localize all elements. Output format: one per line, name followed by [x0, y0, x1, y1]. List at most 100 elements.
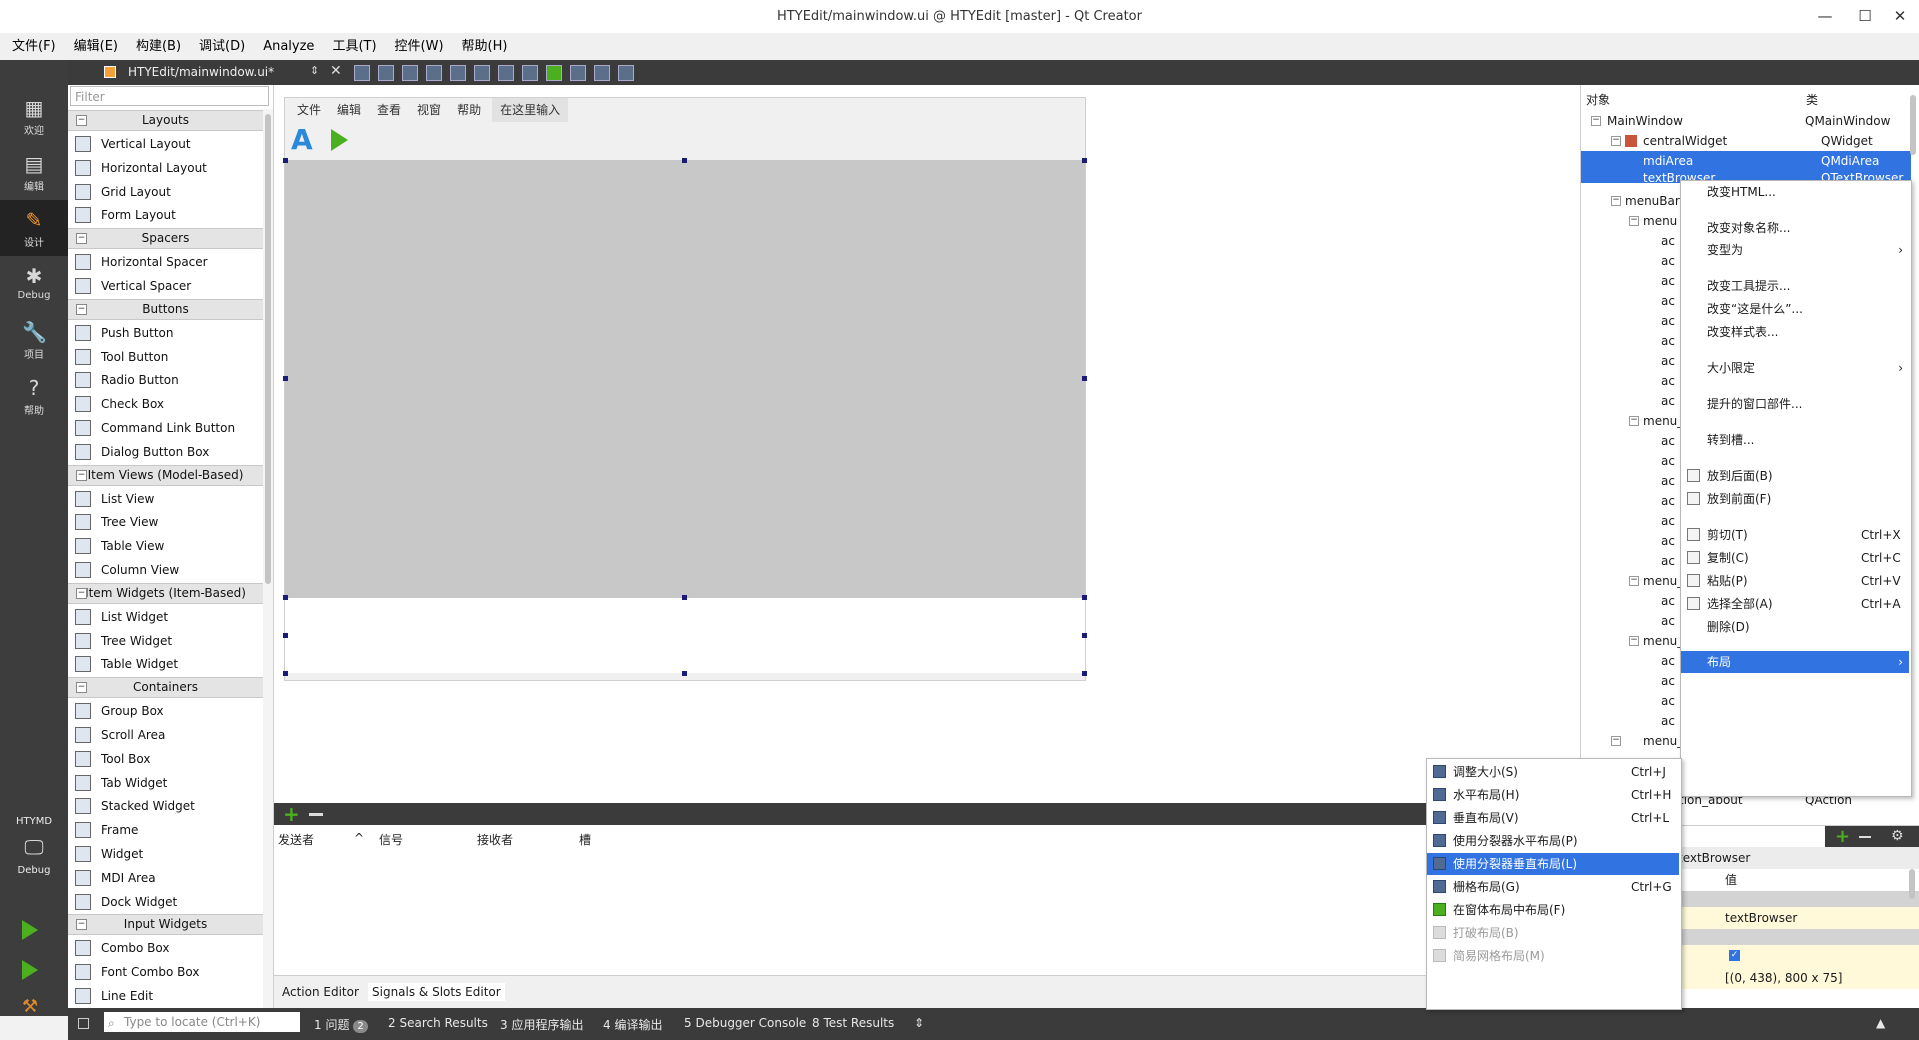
widget-filter-input[interactable]: Filter	[70, 86, 269, 106]
layout-vertical-icon[interactable]	[474, 65, 490, 81]
mode-edit[interactable]: ▤ 编辑	[0, 144, 68, 200]
collapse-icon[interactable]: −	[76, 233, 87, 245]
submenu-item-layout-vertical[interactable]: 垂直布局(V) Ctrl+L	[1427, 807, 1679, 829]
widget-category-header[interactable]: − Buttons	[68, 298, 263, 320]
collapse-icon[interactable]: −	[1611, 196, 1621, 206]
submenu-item-layout-grid[interactable]: 栅格布局(G) Ctrl+G	[1427, 876, 1679, 898]
build-hammer-icon[interactable]: ⚒	[22, 996, 42, 1017]
adjust-size-icon[interactable]	[618, 65, 634, 81]
column-receiver[interactable]: 接收者	[477, 831, 513, 848]
widget-category-header[interactable]: − Containers	[68, 677, 263, 699]
form-menu-view[interactable]: 查看	[369, 98, 409, 122]
menu-item-select-all[interactable]: 选择全部(A) Ctrl+A	[1681, 593, 1909, 615]
resize-handle[interactable]	[682, 595, 687, 600]
column-signal[interactable]: 信号	[379, 831, 403, 848]
collapse-icon[interactable]: −	[1629, 216, 1639, 226]
add-connection-icon[interactable]: +	[283, 803, 300, 825]
menu-item-paste[interactable]: 粘贴(P) Ctrl+V	[1681, 570, 1909, 592]
collapse-icon[interactable]: −	[76, 115, 87, 126]
widget-item[interactable]: Stacked Widget	[68, 794, 263, 818]
widget-category-header[interactable]: − Input Widgets	[68, 914, 263, 936]
widget-category-header[interactable]: − Spacers	[68, 228, 263, 250]
column-sender[interactable]: 发送者	[278, 831, 314, 848]
debug-run-button[interactable]	[22, 960, 38, 980]
collapse-output-icon[interactable]: ▲	[1876, 1016, 1885, 1030]
splitter-horizontal-icon[interactable]	[498, 65, 514, 81]
more-panes-icon[interactable]: ⇕	[914, 1016, 924, 1030]
widget-item[interactable]: Check Box	[68, 392, 263, 416]
splitter-vertical-icon[interactable]	[522, 65, 538, 81]
form-menu-file[interactable]: 文件	[289, 98, 329, 122]
collapse-icon[interactable]: −	[76, 682, 87, 694]
resize-handle[interactable]	[1082, 633, 1087, 638]
pane-issues[interactable]: 1 问题 2	[314, 1016, 368, 1033]
collapse-icon[interactable]: −	[76, 919, 87, 931]
collapse-icon[interactable]: −	[1629, 416, 1639, 426]
form-menu-help[interactable]: 帮助	[449, 98, 489, 122]
remove-connection-icon[interactable]	[309, 813, 323, 816]
widget-item[interactable]: Table Widget	[68, 652, 263, 676]
kit-selector[interactable]: HTYMD 🖵 Debug	[0, 810, 68, 900]
form-layout-icon[interactable]	[546, 65, 562, 81]
widget-item[interactable]: Font Combo Box	[68, 960, 263, 984]
menu-item-change-stylesheet[interactable]: 改变样式表...	[1681, 321, 1909, 343]
submenu-item-splitter-vertical[interactable]: 使用分裂器垂直布局(L)	[1427, 853, 1679, 875]
maximize-button[interactable]: ☐	[1845, 4, 1885, 28]
widget-item[interactable]: Group Box	[68, 699, 263, 723]
menu-item-copy[interactable]: 复制(C) Ctrl+C	[1681, 547, 1909, 569]
widget-item[interactable]: Dock Widget	[68, 890, 263, 914]
menu-file[interactable]: 文件(F)	[3, 33, 65, 60]
mode-help[interactable]: ? 帮助	[0, 368, 68, 424]
collapse-icon[interactable]: −	[1591, 116, 1601, 126]
submenu-item-adjust-size[interactable]: 调整大小(S) Ctrl+J	[1427, 761, 1679, 783]
document-dropdown-icon[interactable]: ⇕	[310, 64, 319, 77]
pane-compile-output[interactable]: 4 编译输出	[603, 1016, 662, 1033]
resize-handle[interactable]	[682, 671, 687, 676]
menu-item-change-tooltip[interactable]: 改变工具提示...	[1681, 275, 1909, 297]
grid-layout-icon[interactable]	[570, 65, 586, 81]
edit-buddies-icon[interactable]	[402, 65, 418, 81]
menu-debug[interactable]: 调试(D)	[190, 33, 254, 60]
widget-item[interactable]: Radio Button	[68, 368, 263, 392]
widget-item[interactable]: Command Link Button	[68, 416, 263, 440]
widget-item[interactable]: MDI Area	[68, 866, 263, 890]
submenu-item-layout-form[interactable]: 在窗体布局中布局(F)	[1427, 899, 1679, 921]
collapse-icon[interactable]: −	[1629, 636, 1639, 646]
menu-item-bring-to-front[interactable]: 放到前面(F)	[1681, 488, 1909, 510]
mdi-area[interactable]	[285, 160, 1085, 598]
configure-icon[interactable]: ⚙	[1891, 828, 1904, 844]
menu-edit[interactable]: 编辑(E)	[65, 33, 127, 60]
form-menu-edit[interactable]: 编辑	[329, 98, 369, 122]
submenu-item-splitter-horizontal[interactable]: 使用分裂器水平布局(P)	[1427, 830, 1679, 852]
submenu-item-layout-horizontal[interactable]: 水平布局(H) Ctrl+H	[1427, 784, 1679, 806]
widget-item[interactable]: Grid Layout	[68, 180, 263, 204]
resize-handle[interactable]	[1082, 671, 1087, 676]
menu-item-size-constraints[interactable]: 大小限定 ›	[1681, 357, 1909, 379]
tab-signals-slots-editor[interactable]: Signals & Slots Editor	[368, 983, 505, 1001]
resize-handle[interactable]	[1082, 376, 1087, 381]
resize-handle[interactable]	[283, 671, 288, 676]
widget-item[interactable]: Push Button	[68, 321, 263, 345]
widget-item[interactable]: List Widget	[68, 605, 263, 629]
minimize-button[interactable]: —	[1805, 4, 1845, 28]
collapse-icon[interactable]: −	[76, 303, 87, 315]
pane-search-results[interactable]: 2 Search Results	[388, 1016, 488, 1030]
property-scrollbar[interactable]	[1909, 869, 1915, 899]
pane-debugger-console[interactable]: 5 Debugger Console	[684, 1016, 806, 1030]
tree-row-mdiarea[interactable]: mdiArea QMdiArea	[1581, 151, 1911, 171]
remove-property-icon[interactable]	[1859, 836, 1871, 838]
menu-item-delete[interactable]: 删除(D)	[1681, 616, 1909, 638]
break-layout-icon[interactable]	[594, 65, 610, 81]
edit-signals-slots-icon[interactable]	[378, 65, 394, 81]
mode-debug[interactable]: ✱ Debug	[0, 256, 68, 312]
menu-build[interactable]: 构建(B)	[127, 33, 190, 60]
widget-item[interactable]: Table View	[68, 534, 263, 558]
menu-item-go-to-slot[interactable]: 转到槽...	[1681, 429, 1909, 451]
widget-item[interactable]: Tool Button	[68, 345, 263, 369]
widget-item[interactable]: Combo Box	[68, 936, 263, 960]
scrollbar-thumb[interactable]	[265, 114, 271, 584]
widget-item[interactable]: Tab Widget	[68, 771, 263, 795]
toggle-sidebar-icon[interactable]	[78, 1018, 89, 1029]
resize-handle[interactable]	[682, 158, 687, 163]
menu-item-cut[interactable]: 剪切(T) Ctrl+X	[1681, 524, 1909, 546]
